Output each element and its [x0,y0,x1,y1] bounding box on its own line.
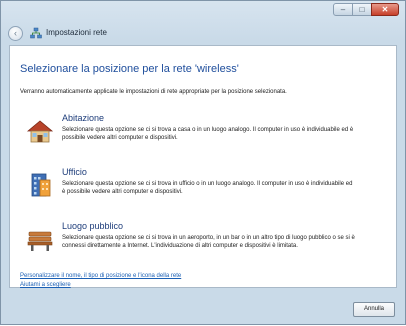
option-public-place[interactable]: Luogo pubblico Selezionare questa opzion… [20,221,355,271]
option-title: Luogo pubblico [62,221,124,231]
house-icon [26,120,54,143]
option-title: Abitazione [62,113,105,123]
option-description: Selezionare questa opzione se ci si trov… [62,127,354,141]
park-bench-icon [27,231,53,251]
maximize-button[interactable]: □ [352,3,372,16]
help-choose-link[interactable]: Aiutami a scegliere [20,282,71,288]
title-bar: ‹ Impostazioni rete – □ ✕ [1,1,405,41]
minimize-button[interactable]: – [333,3,353,16]
office-building-icon [31,173,51,197]
network-icon [30,27,42,39]
caption-buttons: – □ ✕ [333,3,399,16]
minimize-icon: – [340,5,346,14]
close-button[interactable]: ✕ [371,3,399,16]
page-title: Selezionare la posizione per la rete 'wi… [20,63,239,75]
customize-network-link[interactable]: Personalizzare il nome, il tipo di posiz… [20,273,181,279]
window-title: Impostazioni rete [46,28,107,37]
option-description: Selezionare questa opzione se ci si trov… [62,181,353,195]
maximize-icon: □ [359,5,365,14]
dialog-footer: Annulla [1,293,405,326]
option-title: Ufficio [62,167,87,177]
option-description: Selezionare questa opzione se ci si trov… [62,235,355,249]
content-panel: Selezionare la posizione per la rete 'wi… [9,45,397,288]
back-button[interactable]: ‹ [8,26,23,41]
option-home[interactable]: Abitazione Selezionare questa opzione se… [20,113,353,163]
intro-text: Verranno automaticamente applicate le im… [20,89,287,95]
close-icon: ✕ [381,5,389,14]
cancel-button[interactable]: Annulla [353,302,395,317]
option-office[interactable]: Ufficio Selezionare questa opzione se ci… [20,167,352,217]
back-arrow-icon: ‹ [14,28,17,38]
network-settings-window: ‹ Impostazioni rete – □ ✕ Selezionare la… [0,0,406,325]
